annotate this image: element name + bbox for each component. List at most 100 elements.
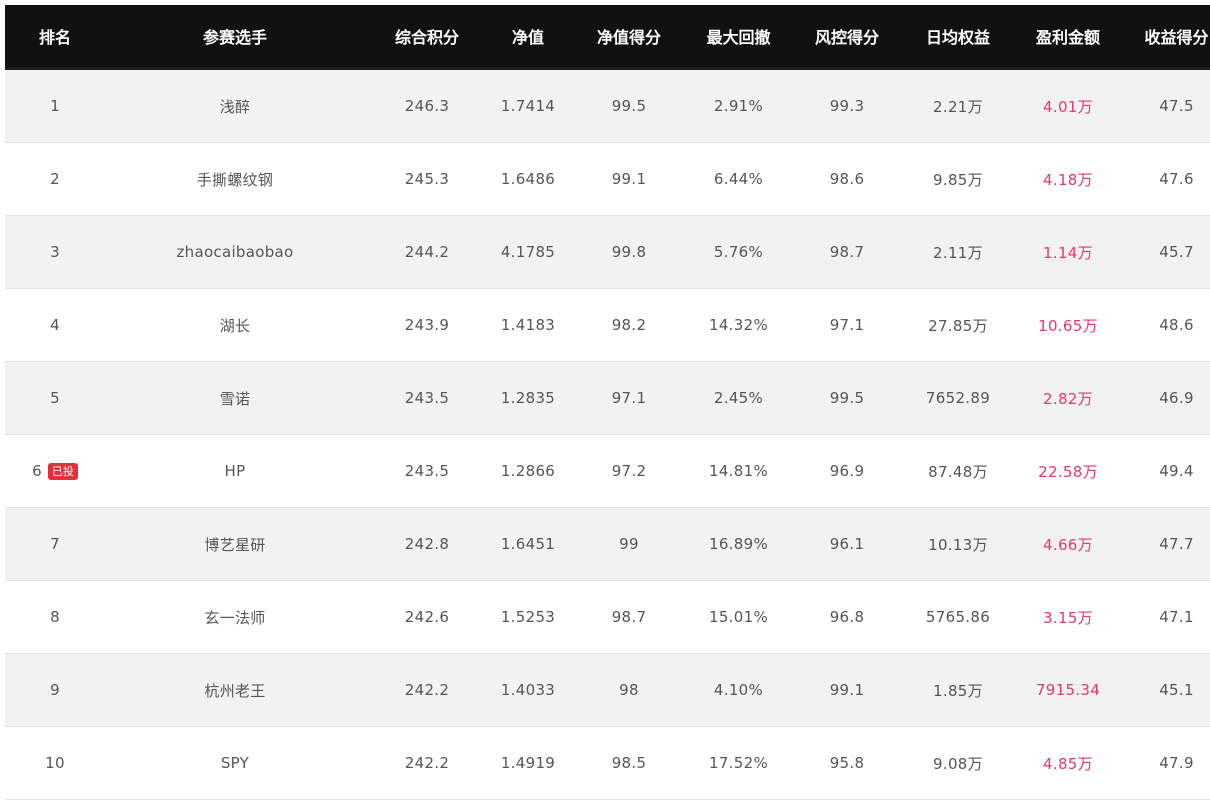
score-cell: 242.2 <box>365 726 489 800</box>
nav-score-cell: 98.7 <box>567 580 691 654</box>
nav-cell: 1.2866 <box>489 434 567 508</box>
nav-score-cell: 98.2 <box>567 288 691 362</box>
max-drawdown-cell: 2.91% <box>691 68 786 143</box>
score-cell: 243.5 <box>365 361 489 435</box>
score-cell: 242.8 <box>365 507 489 581</box>
avg-equity-cell: 9.08万 <box>908 726 1008 800</box>
player-name-cell[interactable]: HP <box>105 434 365 508</box>
header-profit[interactable]: 盈利金额 <box>1008 5 1128 70</box>
rank-cell: 7 <box>5 507 105 581</box>
profit-cell: 7915.34 <box>1008 653 1128 727</box>
rank-cell: 3 <box>5 215 105 289</box>
return-score-cell: 45.7 <box>1128 215 1210 289</box>
profit-cell: 22.58万 <box>1008 434 1128 508</box>
header-score[interactable]: 综合积分 <box>365 5 489 70</box>
nav-score-cell: 98.5 <box>567 726 691 800</box>
header-nav-score[interactable]: 净值得分 <box>567 5 691 70</box>
player-name-cell[interactable]: 浅醉 <box>105 68 365 143</box>
table-row[interactable]: 2 手撕螺纹钢 245.3 1.6486 99.1 6.44% 98.6 9.85万 4.18万… <box>5 142 1210 216</box>
score-cell: 242.2 <box>365 653 489 727</box>
ranking-table: 排名 参赛选手 综合积分 净值 净值得分 最大回撤 风控得分 日均权益 盈利金额… <box>5 5 1210 800</box>
table-row[interactable]: 8 玄一法师 242.6 1.5253 98.7 15.01% 96.8 5765.86 3.1… <box>5 580 1210 654</box>
table-row[interactable]: 9 杭州老王 242.2 1.4033 98 4.10% 99.1 1.85万 7915.34 4… <box>5 653 1210 727</box>
nav-score-cell: 99.5 <box>567 68 691 143</box>
profit-cell: 4.66万 <box>1008 507 1128 581</box>
risk-score-cell: 96.8 <box>786 580 908 654</box>
header-return-score[interactable]: 收益得分 <box>1128 5 1210 70</box>
nav-cell: 1.6486 <box>489 142 567 216</box>
header-rank[interactable]: 排名 <box>5 5 105 70</box>
return-score-cell: 47.9 <box>1128 726 1210 800</box>
header-max-drawdown[interactable]: 最大回撤 <box>691 5 786 70</box>
avg-equity-cell: 27.85万 <box>908 288 1008 362</box>
nav-score-cell: 98 <box>567 653 691 727</box>
risk-score-cell: 96.9 <box>786 434 908 508</box>
rank-number: 8 <box>50 608 60 626</box>
player-name-cell[interactable]: 玄一法师 <box>105 580 365 654</box>
risk-score-cell: 99.3 <box>786 68 908 143</box>
header-risk-score[interactable]: 风控得分 <box>786 5 908 70</box>
header-nav[interactable]: 净值 <box>489 5 567 70</box>
nav-score-cell: 97.1 <box>567 361 691 435</box>
rank-cell: 1 <box>5 68 105 143</box>
max-drawdown-cell: 4.10% <box>691 653 786 727</box>
player-name-cell[interactable]: 湖长 <box>105 288 365 362</box>
profit-cell: 10.65万 <box>1008 288 1128 362</box>
rank-number: 6 <box>32 462 42 480</box>
profit-cell: 2.82万 <box>1008 361 1128 435</box>
rank-number: 4 <box>50 316 60 334</box>
table-row[interactable]: 6 已投 HP 243.5 1.2866 97.2 14.81% 96.9 87.48万 22.5… <box>5 434 1210 508</box>
nav-score-cell: 99 <box>567 507 691 581</box>
return-score-cell: 47.5 <box>1128 68 1210 143</box>
rank-cell: 5 <box>5 361 105 435</box>
header-player[interactable]: 参赛选手 <box>105 5 365 70</box>
avg-equity-cell: 2.21万 <box>908 68 1008 143</box>
table-row[interactable]: 7 博艺星研 242.8 1.6451 99 16.89% 96.1 10.13万 4.66万 4… <box>5 507 1210 581</box>
profit-cell: 1.14万 <box>1008 215 1128 289</box>
table-header-row: 排名 参赛选手 综合积分 净值 净值得分 最大回撤 风控得分 日均权益 盈利金额… <box>5 5 1210 70</box>
nav-score-cell: 97.2 <box>567 434 691 508</box>
return-score-cell: 47.1 <box>1128 580 1210 654</box>
profit-cell: 3.15万 <box>1008 580 1128 654</box>
avg-equity-cell: 87.48万 <box>908 434 1008 508</box>
risk-score-cell: 99.1 <box>786 653 908 727</box>
profit-cell: 4.01万 <box>1008 68 1128 143</box>
table-row[interactable]: 1 浅醉 246.3 1.7414 99.5 2.91% 99.3 2.21万 4.01万 47.… <box>5 68 1210 143</box>
rank-number: 7 <box>50 535 60 553</box>
table-row[interactable]: 4 湖长 243.9 1.4183 98.2 14.32% 97.1 27.85万 10.65万… <box>5 288 1210 362</box>
player-name-cell[interactable]: 杭州老王 <box>105 653 365 727</box>
table-row[interactable]: 5 雪诺 243.5 1.2835 97.1 2.45% 99.5 7652.89 2.82万 4… <box>5 361 1210 435</box>
player-name-cell[interactable]: zhaocaibaobao <box>105 215 365 289</box>
max-drawdown-cell: 14.81% <box>691 434 786 508</box>
avg-equity-cell: 7652.89 <box>908 361 1008 435</box>
risk-score-cell: 95.8 <box>786 726 908 800</box>
player-name-cell[interactable]: SPY <box>105 726 365 800</box>
rank-number: 2 <box>50 170 60 188</box>
player-name-cell[interactable]: 手撕螺纹钢 <box>105 142 365 216</box>
score-cell: 242.6 <box>365 580 489 654</box>
table-row[interactable]: 3 zhaocaibaobao 244.2 4.1785 99.8 5.76% 98.7 2.… <box>5 215 1210 289</box>
risk-score-cell: 98.6 <box>786 142 908 216</box>
table-body: 1 浅醉 246.3 1.7414 99.5 2.91% 99.3 2.21万 4.01万 47.… <box>5 68 1210 800</box>
score-cell: 244.2 <box>365 215 489 289</box>
risk-score-cell: 99.5 <box>786 361 908 435</box>
nav-cell: 1.5253 <box>489 580 567 654</box>
player-name-cell[interactable]: 雪诺 <box>105 361 365 435</box>
max-drawdown-cell: 15.01% <box>691 580 786 654</box>
return-score-cell: 46.9 <box>1128 361 1210 435</box>
avg-equity-cell: 5765.86 <box>908 580 1008 654</box>
nav-score-cell: 99.8 <box>567 215 691 289</box>
player-name-cell[interactable]: 博艺星研 <box>105 507 365 581</box>
table-row[interactable]: 10 SPY 242.2 1.4919 98.5 17.52% 95.8 9.08万 4.85万… <box>5 726 1210 800</box>
max-drawdown-cell: 6.44% <box>691 142 786 216</box>
risk-score-cell: 98.7 <box>786 215 908 289</box>
return-score-cell: 45.1 <box>1128 653 1210 727</box>
max-drawdown-cell: 16.89% <box>691 507 786 581</box>
rank-number: 9 <box>50 681 60 699</box>
header-avg-equity[interactable]: 日均权益 <box>908 5 1008 70</box>
rank-cell: 9 <box>5 653 105 727</box>
rank-cell: 2 <box>5 142 105 216</box>
avg-equity-cell: 1.85万 <box>908 653 1008 727</box>
nav-cell: 1.2835 <box>489 361 567 435</box>
rank-number: 3 <box>50 243 60 261</box>
